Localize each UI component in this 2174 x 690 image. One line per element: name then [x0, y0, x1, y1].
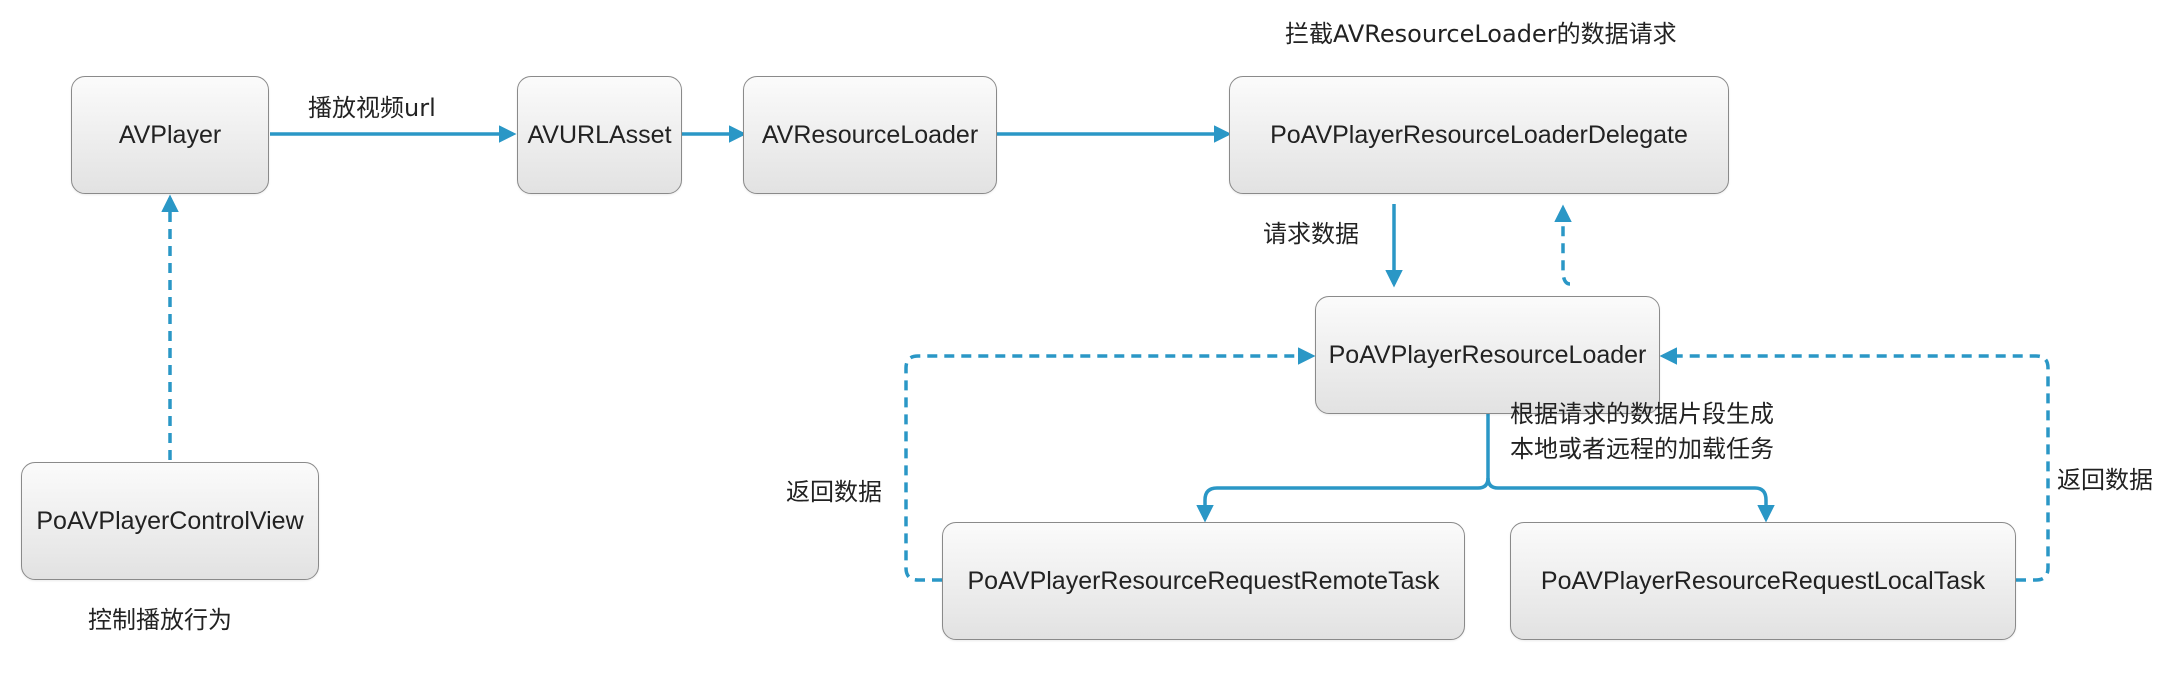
edge-resourceloader-to-local-task	[1486, 477, 1775, 523]
edge-resourceloader-to-tasks	[1196, 414, 1490, 523]
node-resourceloader-delegate: PoAVPlayerResourceLoaderDelegate	[1229, 76, 1729, 194]
edge-resourceloader-to-delegate-return	[1554, 204, 1572, 286]
label-intercept: 拦截AVResourceLoader的数据请求	[1285, 20, 1677, 48]
label-request-data: 请求数据	[1263, 220, 1359, 248]
label-play-url: 播放视频url	[308, 94, 436, 122]
node-avplayer: AVPlayer	[71, 76, 269, 194]
node-local-task: PoAVPlayerResourceRequestLocalTask	[1510, 522, 2016, 640]
label-return-data-right: 返回数据	[2057, 466, 2153, 494]
node-avurlasset: AVURLAsset	[517, 76, 682, 194]
label-generate-line1: 根据请求的数据片段生成	[1510, 400, 1774, 428]
diagram-canvas: AVPlayer AVURLAsset AVResourceLoader PoA…	[0, 0, 2174, 690]
node-remote-task: PoAVPlayerResourceRequestRemoteTask	[942, 522, 1465, 640]
node-controlview: PoAVPlayerControlView	[21, 462, 319, 580]
node-avresourceloader: AVResourceLoader	[743, 76, 997, 194]
label-return-data-left: 返回数据	[786, 478, 882, 506]
label-generate-line2: 本地或者远程的加载任务	[1510, 435, 1774, 463]
label-control-play: 控制播放行为	[88, 606, 232, 634]
node-resourceloader: PoAVPlayerResourceLoader	[1315, 296, 1660, 414]
